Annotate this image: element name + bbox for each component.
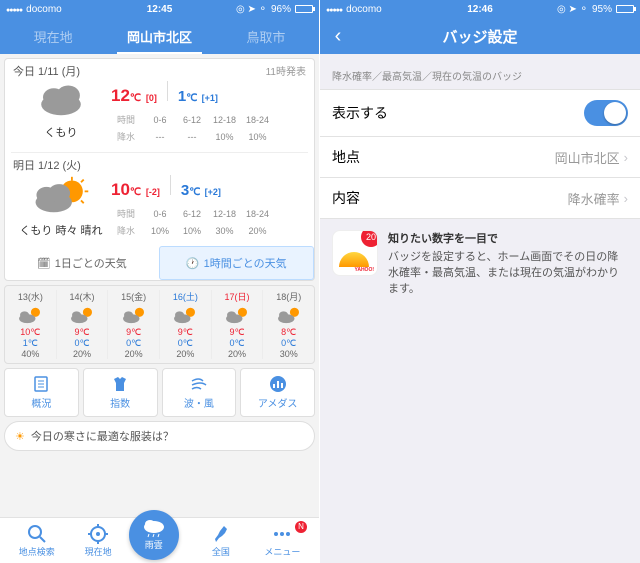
wind-icon <box>189 375 209 393</box>
today-label: くもり <box>11 124 111 140</box>
tab-here[interactable]: 現在地 <box>67 523 128 558</box>
battery-icon <box>616 5 634 13</box>
week-col[interactable]: 18(月)8℃0℃30% <box>263 290 314 359</box>
cloudy-icon <box>33 81 89 117</box>
calendar-icon: 🗓 <box>37 257 51 270</box>
carrier: docomo <box>26 4 62 15</box>
settings-body: 降水確率／最高気温／現在の気温のバッジ 表示する 地点 岡山市北区 › 内容 降水… <box>320 54 640 563</box>
more-icon <box>271 523 293 545</box>
partly-cloudy-icon <box>31 175 91 215</box>
info-box: YAHOO! 20 知りたい数字を一目で バッジを設定すると、ホーム画面でその日… <box>320 218 640 308</box>
today-high: 12℃ [0] <box>111 86 157 106</box>
tomorrow-high: 10℃ [-2] <box>111 180 160 200</box>
detail-buttons: 概況 指数 波・風 アメダス <box>4 368 315 417</box>
page-title: バッジ設定 <box>442 26 517 47</box>
back-button[interactable]: ‹ <box>320 25 356 48</box>
battery-pct: 96% <box>271 4 291 15</box>
cell-location[interactable]: 地点 岡山市北区 › <box>320 136 640 178</box>
cell-content[interactable]: 内容 降水確率 › <box>320 177 640 219</box>
chart-icon <box>268 375 288 393</box>
location-value: 岡山市北区 <box>555 148 620 167</box>
hourly-tab[interactable]: 🕐1時間ごとの天気 <box>159 246 315 280</box>
today-low: 1℃ [+1] <box>178 88 218 105</box>
chevron-right-icon: › <box>624 150 628 165</box>
battery-icon <box>295 5 313 13</box>
location-label: 地点 <box>332 147 360 167</box>
crosshair-icon <box>87 523 109 545</box>
badge-number: 20 <box>361 230 378 247</box>
tab-menu[interactable]: Nメニュー <box>252 523 313 558</box>
week-col[interactable]: 16(土)9℃0℃20% <box>160 290 212 359</box>
phone-weather: docomo 12:45 ◎ ➤ ⚬96% 現在地 岡山市北区 鳥取市 今日 1… <box>0 0 320 563</box>
document-icon <box>31 375 51 393</box>
content-label: 内容 <box>332 188 360 208</box>
btn-overview[interactable]: 概況 <box>4 368 79 417</box>
info-body: バッジを設定すると、ホーム画面でその日の降水確率・最高気温、または現在の気温がわ… <box>388 251 619 295</box>
tab-national[interactable]: 全国 <box>190 523 251 558</box>
status-bar: docomo 12:46 ◎ ➤ ⚬95% <box>320 0 640 18</box>
today-header: 今日 1/11 (月) <box>13 63 80 79</box>
chevron-right-icon: › <box>624 191 628 206</box>
clock: 12:46 <box>467 4 493 15</box>
tab-current-location[interactable]: 現在地 <box>0 27 106 54</box>
signal-dots-icon <box>326 4 342 15</box>
week-col[interactable]: 17(日)9℃0℃20% <box>212 290 264 359</box>
btn-wave-wind[interactable]: 波・風 <box>162 368 237 417</box>
phone-settings: docomo 12:46 ◎ ➤ ⚬95% ‹ バッジ設定 降水確率／最高気温／… <box>320 0 640 563</box>
clothing-banner[interactable]: ☀今日の寒さに最適な服装は？ <box>4 421 315 451</box>
content-value: 降水確率 <box>568 189 620 208</box>
section-header: 降水確率／最高気温／現在の気温のバッジ <box>320 54 640 89</box>
week-col[interactable]: 15(金)9℃0℃20% <box>108 290 160 359</box>
tomorrow-header: 明日 1/12 (火) <box>13 157 81 173</box>
show-toggle[interactable] <box>584 100 628 126</box>
forecast-mode-tabs: 🗓1日ごとの天気 🕐1時間ごとの天気 <box>5 246 314 280</box>
btn-index[interactable]: 指数 <box>83 368 158 417</box>
sun-icon: ☀ <box>15 430 25 443</box>
tab-tottori[interactable]: 鳥取市 <box>213 27 319 54</box>
app-icon: YAHOO! 20 <box>332 230 378 276</box>
notification-badge: N <box>295 521 307 533</box>
tomorrow-low: 3℃ [+2] <box>181 182 221 199</box>
tomorrow-table: 時間0-66-1212-1818-24 降水10%10%30%20% <box>111 204 275 240</box>
cell-show[interactable]: 表示する <box>320 89 640 137</box>
forecast-card: 今日 1/11 (月) 11時発表 くもり 12℃ [0] 1℃ [+1] 時間… <box>4 58 315 281</box>
tab-okayama[interactable]: 岡山市北区 <box>106 27 212 54</box>
today-block: 今日 1/11 (月) 11時発表 くもり 12℃ [0] 1℃ [+1] 時間… <box>5 59 314 152</box>
issued-time: 11時発表 <box>266 63 306 78</box>
week-col[interactable]: 14(木)9℃0℃20% <box>57 290 109 359</box>
info-title: 知りたい数字を一目で <box>388 230 628 246</box>
japan-icon <box>210 523 232 545</box>
shirt-icon <box>110 375 130 393</box>
main-content: 今日 1/11 (月) 11時発表 くもり 12℃ [0] 1℃ [+1] 時間… <box>0 54 319 517</box>
week-col[interactable]: 13(水)10℃1℃40% <box>5 290 57 359</box>
rain-cloud-icon <box>141 518 167 538</box>
btn-amedas[interactable]: アメダス <box>240 368 315 417</box>
signal-dots-icon <box>6 4 22 15</box>
battery-pct: 95% <box>592 4 612 15</box>
tab-raincloud[interactable]: 雨雲 <box>129 522 190 560</box>
clock: 12:45 <box>147 4 173 15</box>
tab-bar: 地点検索 現在地 雨雲 全国 Nメニュー <box>0 517 319 563</box>
tomorrow-label: くもり 時々 晴れ <box>11 222 111 238</box>
today-table: 時間0-66-1212-1818-24 降水------10%10% <box>111 110 275 146</box>
city-tabs: 現在地 岡山市北区 鳥取市 <box>0 18 319 54</box>
show-label: 表示する <box>332 103 388 123</box>
tab-search[interactable]: 地点検索 <box>6 523 67 558</box>
search-icon <box>26 523 48 545</box>
nav-bar: ‹ バッジ設定 <box>320 18 640 54</box>
week-forecast[interactable]: 13(水)10℃1℃40%14(木)9℃0℃20%15(金)9℃0℃20%16(… <box>4 285 315 364</box>
daily-tab[interactable]: 🗓1日ごとの天気 <box>5 246 159 280</box>
clock-icon: 🕐 <box>186 257 200 270</box>
carrier: docomo <box>346 4 382 15</box>
status-bar: docomo 12:45 ◎ ➤ ⚬96% <box>0 0 319 18</box>
tomorrow-block: 明日 1/12 (火) くもり 時々 晴れ 10℃ [-2] 3℃ [+2] <box>5 153 314 246</box>
